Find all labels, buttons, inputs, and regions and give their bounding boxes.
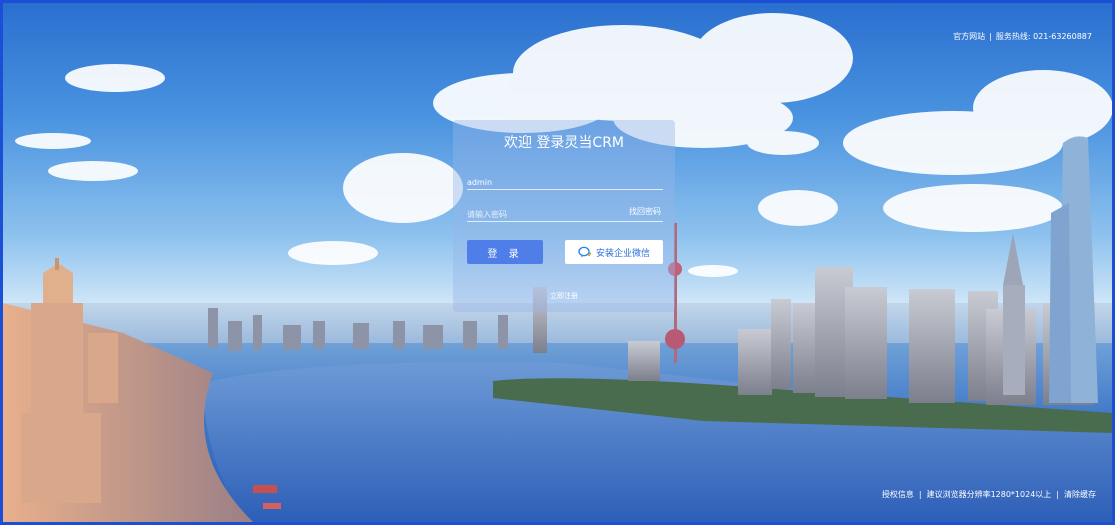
- official-site-link[interactable]: 官方网站: [953, 31, 985, 42]
- clear-cache-link[interactable]: 清除缓存: [1064, 489, 1096, 500]
- service-hotline: 服务热线: 021-63260887: [995, 32, 1092, 41]
- username-input[interactable]: [467, 173, 617, 192]
- password-field-wrap: 找回密码: [467, 202, 663, 224]
- bottom-separator-2: |: [1056, 490, 1059, 499]
- bottom-separator-1: |: [918, 490, 922, 499]
- password-input[interactable]: [467, 205, 617, 224]
- wechat-work-icon: [578, 246, 592, 258]
- install-wechat-button[interactable]: 安装企业微信: [565, 240, 663, 264]
- resolution-tip: 建议浏览器分辨率1280*1024以上: [926, 490, 1052, 499]
- bottom-links: 授权信息 | 建议浏览器分辨率1280*1024以上 | 清除缓存: [882, 489, 1096, 500]
- license-info-link[interactable]: 授权信息: [882, 489, 914, 500]
- top-separator: |: [989, 32, 992, 41]
- login-title: 欢迎 登录灵当CRM: [503, 135, 625, 151]
- register-link[interactable]: 立即注册: [453, 291, 675, 301]
- username-field-wrap: [467, 170, 663, 192]
- forgot-password-link[interactable]: 找回密码: [629, 206, 661, 217]
- login-button[interactable]: 登 录: [467, 240, 543, 264]
- login-card: 欢迎 登录灵当CRM 找回密码 登 录 安装企业微信 立即注册: [453, 120, 675, 312]
- login-page: 官方网站 | 服务热线: 021-63260887 欢迎 登录灵当CRM 找回密…: [0, 0, 1115, 525]
- top-links: 官方网站 | 服务热线: 021-63260887: [953, 31, 1092, 42]
- install-wechat-label: 安装企业微信: [595, 248, 650, 259]
